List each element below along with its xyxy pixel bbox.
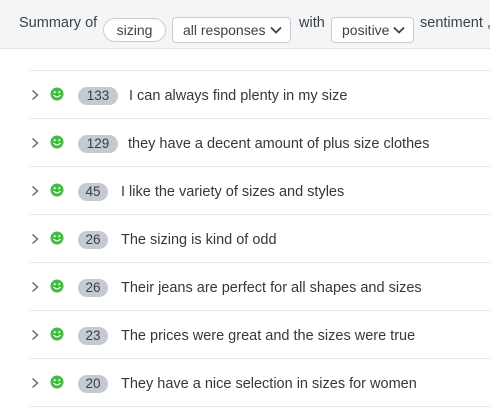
summary-text: they have a decent amount of plus size c… [128,136,430,152]
response-count-badge: 45 [78,183,108,201]
summary-text: The prices were great and the sizes were… [121,328,416,344]
with-label: with [299,15,325,31]
summary-list: 133 I can always find plenty in my size … [29,70,490,407]
topic-tag[interactable]: sizing [103,18,166,42]
positive-sentiment-icon [50,375,64,389]
chevron-right-icon[interactable] [30,89,40,101]
positive-sentiment-icon [50,231,64,245]
chevron-down-icon [393,26,405,34]
positive-sentiment-icon [50,183,64,197]
summary-row[interactable]: 133 I can always find plenty in my size [29,71,490,119]
summary-row[interactable]: 129 they have a decent amount of plus si… [29,119,490,167]
responses-dropdown-label: all responses [183,22,266,38]
summary-row[interactable]: 45 I like the variety of sizes and style… [29,167,490,215]
chevron-right-icon[interactable] [30,233,40,245]
chevron-right-icon[interactable] [30,329,40,341]
summary-text: The sizing is kind of odd [121,232,277,248]
response-count-badge: 23 [78,327,108,345]
positive-sentiment-icon [50,279,64,293]
summary-toolbar: Summary of sizing all responses with pos… [0,0,490,49]
summary-of-label: Summary of [19,15,98,31]
chevron-right-icon[interactable] [30,185,40,197]
sentiment-dropdown[interactable]: positive [331,17,414,43]
chevron-down-icon [270,26,282,34]
response-count-badge: 133 [78,87,118,105]
summary-text: I like the variety of sizes and styles [121,184,345,200]
positive-sentiment-icon [50,87,64,101]
positive-sentiment-icon [50,327,64,341]
chevron-right-icon[interactable] [30,137,40,149]
chevron-right-icon[interactable] [30,281,40,293]
response-count-badge: 26 [78,279,108,297]
summary-row[interactable]: 26 The sizing is kind of odd [29,215,490,263]
responses-dropdown[interactable]: all responses [172,17,291,43]
summary-text: I can always find plenty in my size [129,88,348,104]
sentiment-suffix-label: sentiment , [420,15,490,31]
summary-row[interactable]: 23 The prices were great and the sizes w… [29,311,490,359]
summary-text: Their jeans are perfect for all shapes a… [121,280,422,296]
sentiment-dropdown-label: positive [342,22,390,38]
response-count-badge: 129 [78,135,118,153]
summary-text: They have a nice selection in sizes for … [121,376,417,392]
chevron-right-icon[interactable] [30,377,40,389]
positive-sentiment-icon [50,135,64,149]
response-count-badge: 26 [78,231,108,249]
summary-row[interactable]: 20 They have a nice selection in sizes f… [29,359,490,407]
response-count-badge: 20 [78,375,108,393]
summary-row[interactable]: 26 Their jeans are perfect for all shape… [29,263,490,311]
